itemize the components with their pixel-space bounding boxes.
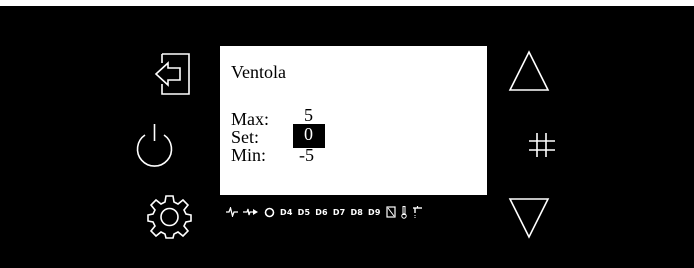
- display-title: Ventola: [231, 62, 286, 82]
- set-label: Set:: [231, 127, 260, 147]
- status-d7: D7: [332, 207, 346, 217]
- hash-button[interactable]: [527, 130, 557, 160]
- down-button[interactable]: [508, 197, 550, 239]
- status-d9: D9: [368, 207, 381, 217]
- cycle-icon: [264, 207, 275, 218]
- settings-button[interactable]: [147, 193, 192, 239]
- settings-gear-icon: [147, 195, 192, 239]
- top-border: [0, 0, 694, 6]
- exit-icon: [154, 53, 190, 95]
- hash-icon: [529, 133, 555, 157]
- flow-arrows-icon: [243, 207, 259, 217]
- status-d8: D8: [350, 207, 364, 217]
- status-indicator-row: D4 D5 D6 D7 D8 D9: [226, 205, 428, 219]
- lcd-display: Ventola Max: 5 Set: 0 Min: -5: [220, 46, 487, 195]
- up-button[interactable]: [508, 50, 550, 92]
- hourglass-icon: [386, 206, 396, 218]
- status-d4: D4: [280, 207, 293, 217]
- max-label: Max:: [231, 109, 269, 129]
- max-value: 5: [304, 105, 313, 125]
- status-d5: D5: [297, 207, 311, 217]
- power-button[interactable]: [131, 122, 178, 172]
- faucet-icon: [412, 206, 423, 218]
- min-label: Min:: [231, 145, 267, 165]
- exit-button[interactable]: [153, 51, 193, 97]
- up-arrow-icon: [508, 50, 550, 91]
- down-arrow-icon: [508, 198, 550, 239]
- status-d6: D6: [315, 207, 328, 217]
- min-value: -5: [299, 145, 314, 165]
- heartbeat-icon: [226, 207, 238, 217]
- power-icon: [136, 124, 173, 167]
- thermometer-icon: [400, 205, 407, 219]
